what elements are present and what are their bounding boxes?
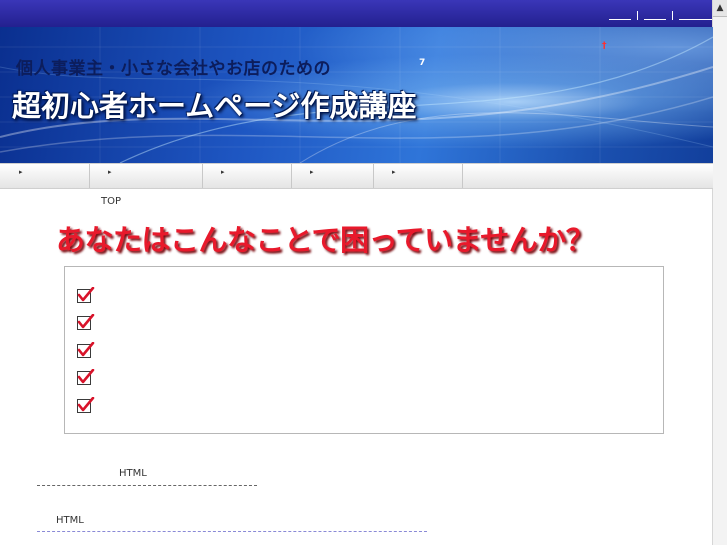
section-divider	[37, 485, 257, 486]
main-headline: あなたはこんなことで困っていませんか？	[56, 223, 595, 257]
vertical-scrollbar[interactable]: ▲	[712, 0, 727, 545]
nav-arrow-icon: ▸	[221, 168, 225, 176]
top-links	[609, 6, 713, 20]
nav-arrow-icon: ▸	[108, 168, 112, 176]
banner-mark-red: †	[602, 41, 607, 51]
top-link-3[interactable]	[679, 9, 713, 20]
section-divider	[37, 531, 427, 532]
site-subtitle: 個人事業主・小さな会社やお店のための	[16, 59, 331, 79]
top-link-separator	[672, 11, 673, 20]
banner-mark: 7	[419, 58, 426, 68]
checkmark-icon	[77, 287, 95, 302]
top-bar	[0, 0, 713, 27]
site-title[interactable]: 超初心者ホームページ作成講座	[12, 83, 417, 125]
nav-arrow-icon: ▸	[19, 168, 23, 176]
top-link-1[interactable]	[609, 9, 631, 20]
nav-item-4[interactable]: ▸	[291, 164, 374, 188]
section-heading: HTML	[119, 468, 147, 479]
nav-arrow-icon: ▸	[392, 168, 396, 176]
checklist-panel	[64, 266, 664, 434]
checkmark-icon	[77, 397, 95, 412]
checkmark-icon	[77, 342, 95, 357]
nav-item-1[interactable]: ▸	[0, 164, 90, 188]
checkmark-icon	[77, 369, 95, 384]
nav-item-6[interactable]	[462, 164, 713, 188]
section-heading: HTML	[56, 515, 84, 526]
scroll-up-arrow-icon[interactable]: ▲	[713, 0, 727, 17]
nav-item-3[interactable]: ▸	[202, 164, 292, 188]
top-link-separator	[637, 11, 638, 20]
nav-item-2[interactable]: ▸	[89, 164, 203, 188]
checklist-item	[77, 369, 95, 385]
global-nav: ▸ ▸ ▸ ▸ ▸	[0, 163, 713, 189]
nav-item-5[interactable]: ▸	[373, 164, 463, 188]
checklist-item	[77, 314, 95, 330]
checklist-item	[77, 342, 95, 358]
nav-arrow-icon: ▸	[310, 168, 314, 176]
checklist-item	[77, 287, 95, 303]
checkmark-icon	[77, 314, 95, 329]
top-link-2[interactable]	[644, 9, 666, 20]
checklist-item	[77, 397, 95, 413]
header-banner: 個人事業主・小さな会社やお店のための 超初心者ホームページ作成講座 7 †	[0, 27, 713, 163]
breadcrumb[interactable]: TOP	[101, 196, 121, 207]
